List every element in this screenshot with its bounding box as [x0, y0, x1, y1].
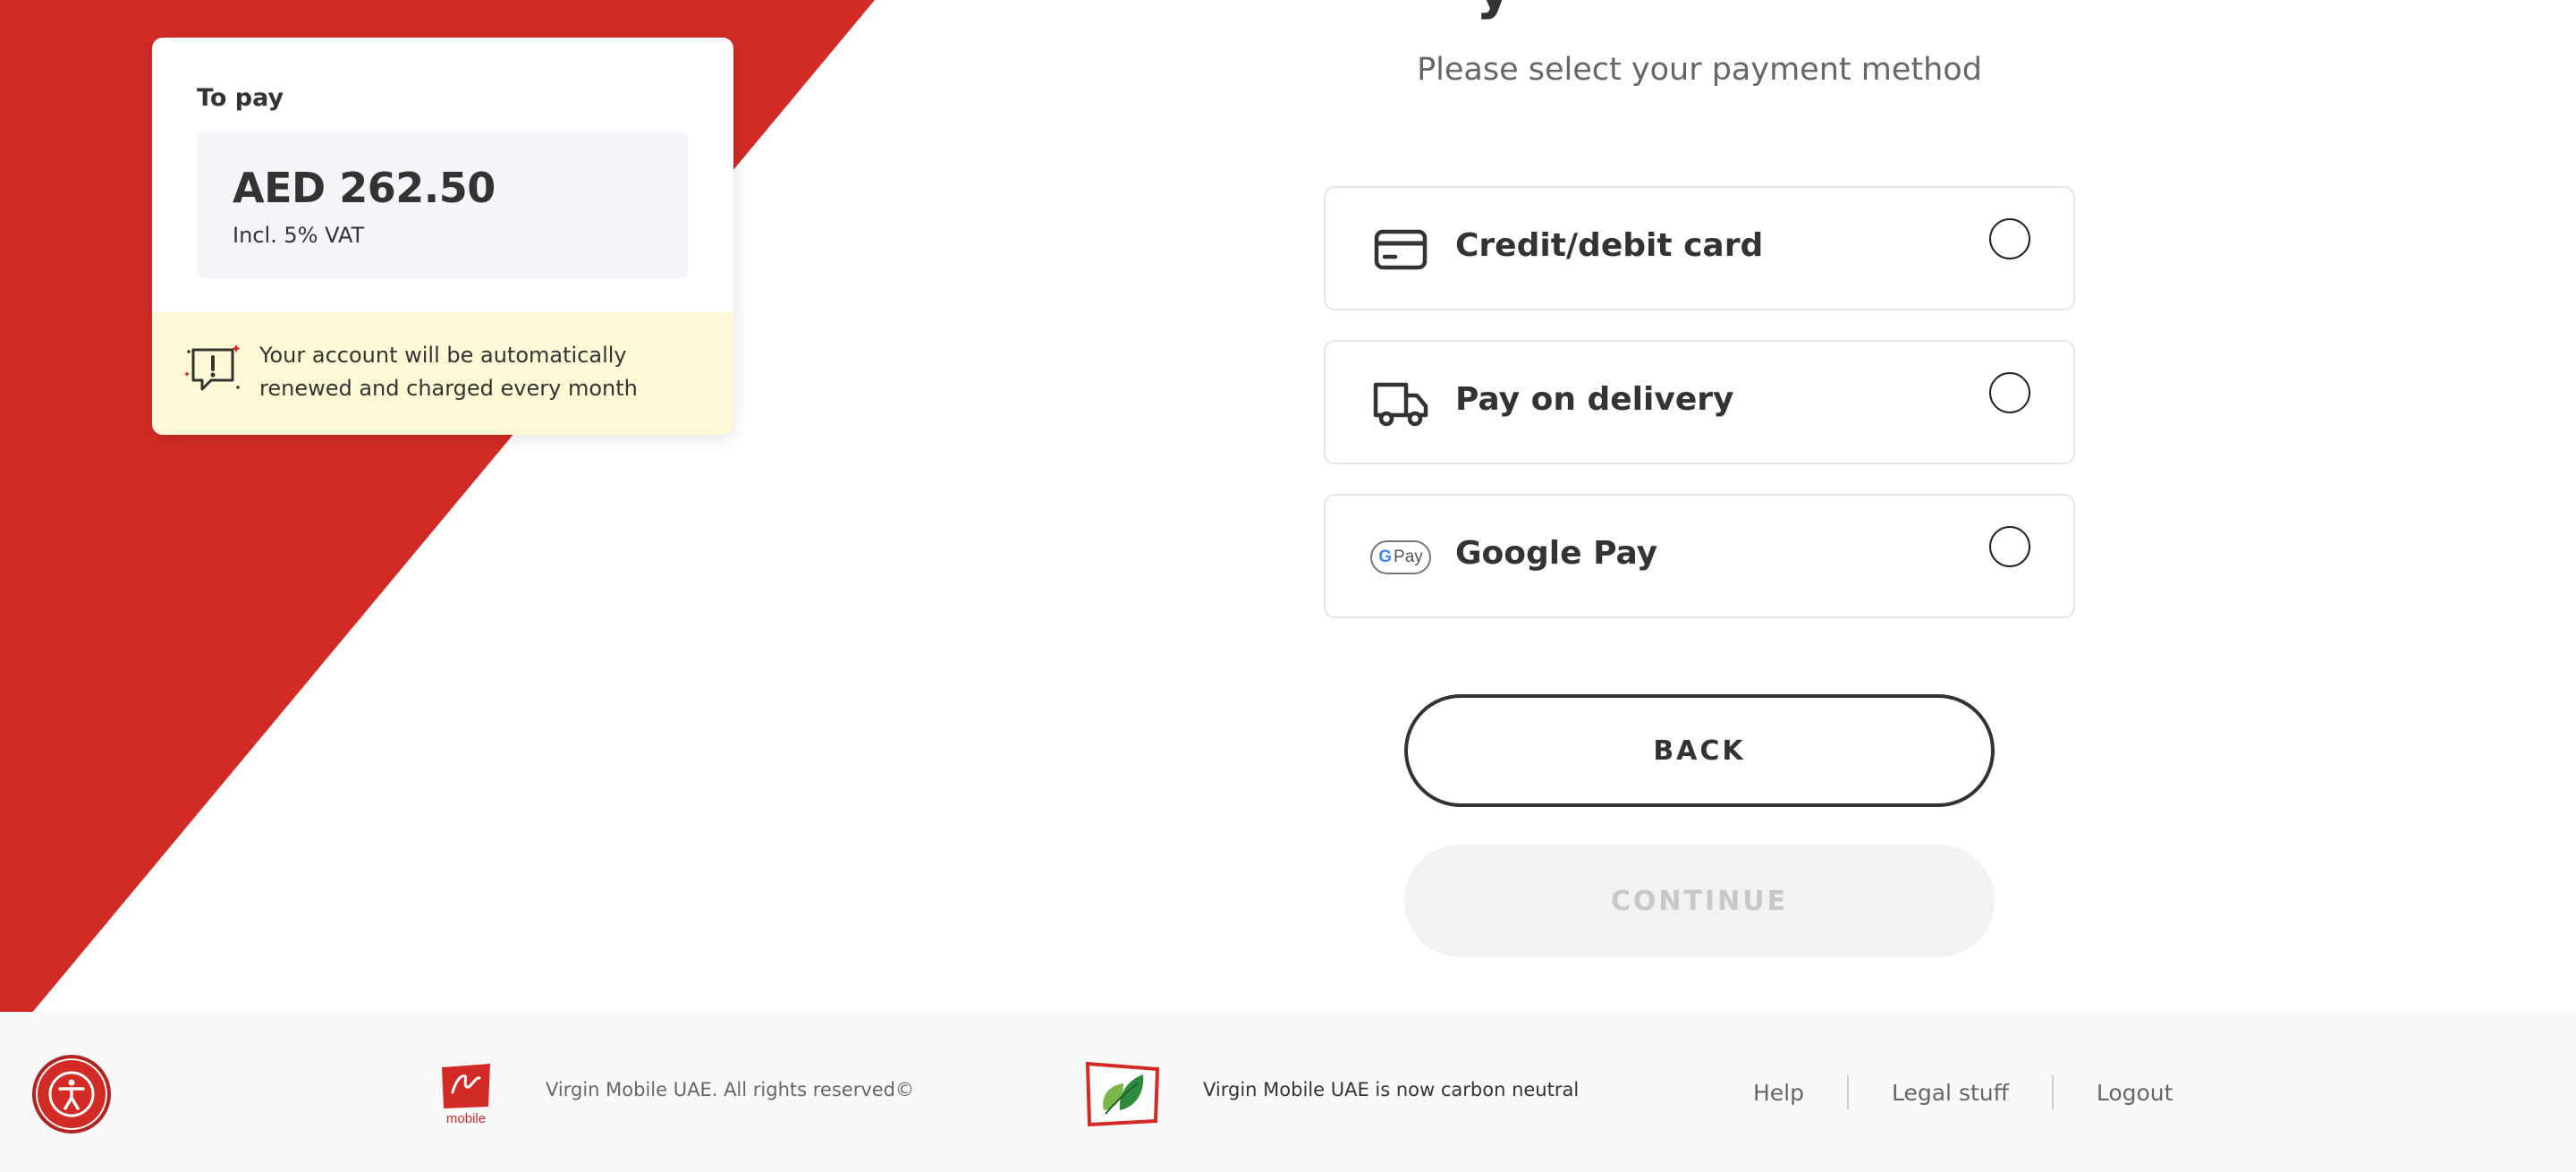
- payment-method-subtitle: Please select your payment method: [1417, 52, 1982, 88]
- back-button[interactable]: BACK: [1404, 694, 1995, 807]
- help-link[interactable]: Help: [1753, 1080, 1804, 1106]
- order-summary-card: To pay AED 262.50 Incl. 5% VAT Your acco…: [152, 38, 733, 435]
- footer-divider: [1847, 1075, 1849, 1109]
- payment-option-label: Pay on delivery: [1455, 381, 1734, 418]
- payment-option-delivery[interactable]: Pay on delivery: [1324, 340, 2075, 464]
- page-heading-partial: y: [1476, 0, 1512, 21]
- radio-button[interactable]: [1989, 372, 2030, 413]
- amount-box: AED 262.50 Incl. 5% VAT: [197, 132, 689, 278]
- logout-link[interactable]: Logout: [2097, 1080, 2174, 1106]
- to-pay-label: To pay: [197, 84, 284, 112]
- payment-option-label: Credit/debit card: [1455, 227, 1764, 264]
- footer: mobile Virgin Mobile UAE. All rights res…: [0, 1012, 2576, 1172]
- payment-option-google-pay[interactable]: G Pay Google Pay: [1324, 494, 2075, 618]
- carbon-neutral-text: Virgin Mobile UAE is now carbon neutral: [1203, 1079, 1580, 1100]
- vat-note: Incl. 5% VAT: [233, 223, 365, 248]
- payment-option-card[interactable]: Credit/debit card: [1324, 186, 2075, 310]
- accessibility-icon: [48, 1071, 95, 1117]
- legal-link[interactable]: Legal stuff: [1892, 1080, 2009, 1106]
- footer-divider: [2051, 1075, 2054, 1109]
- payment-option-label: Google Pay: [1455, 535, 1658, 572]
- copyright-text: Virgin Mobile UAE. All rights reserved©: [546, 1079, 915, 1100]
- alert-message-icon: [184, 344, 241, 391]
- carbon-neutral-leaf-icon: [1085, 1061, 1160, 1127]
- delivery-truck-icon: [1370, 379, 1431, 428]
- footer-links: Help Legal stuff Logout: [1753, 1074, 2173, 1110]
- svg-text:mobile: mobile: [446, 1111, 486, 1126]
- radio-button[interactable]: [1989, 526, 2030, 567]
- credit-card-icon: [1370, 225, 1431, 274]
- total-amount: AED 262.50: [233, 164, 496, 212]
- virgin-mobile-logo: mobile: [442, 1064, 490, 1126]
- renewal-notice-text: Your account will be automatically renew…: [259, 343, 638, 401]
- google-pay-icon: G Pay: [1370, 533, 1431, 582]
- accessibility-button[interactable]: [32, 1055, 111, 1134]
- radio-button[interactable]: [1989, 218, 2030, 259]
- continue-button[interactable]: CONTINUE: [1404, 845, 1995, 957]
- renewal-notice: Your account will be automatically renew…: [152, 312, 733, 435]
